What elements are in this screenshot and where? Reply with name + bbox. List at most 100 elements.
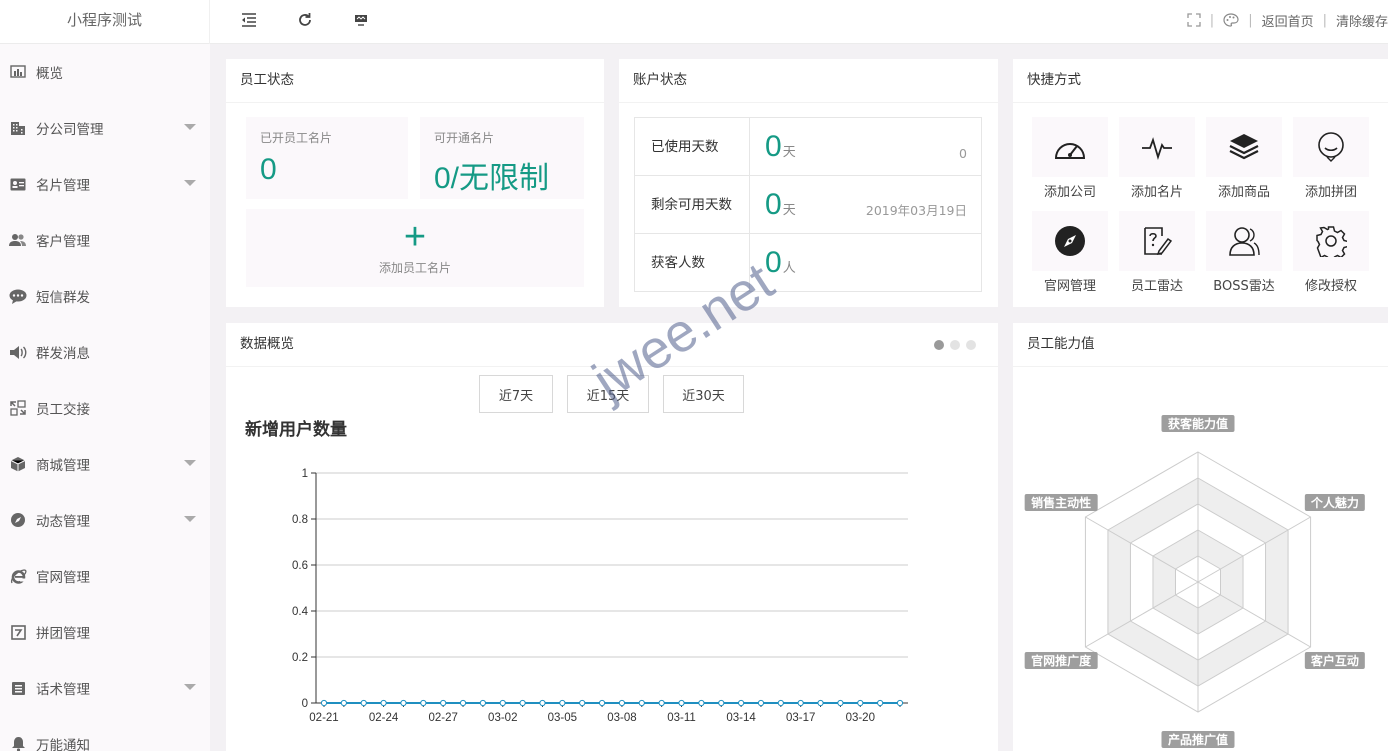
top-bar: 小程序测试 | | 返回首页 | 清除缓存 (0, 0, 1388, 44)
account-row-unit: 人 (782, 260, 796, 276)
back-home-link[interactable]: 返回首页 (1262, 11, 1314, 30)
radar-indicator-text: 销售主动性 (1031, 495, 1091, 510)
sidebar: 概览分公司管理名片管理 客户管理短信群发群发消息 员工交接 商城管理 动态管理 官网管理拼… (0, 44, 210, 751)
data-point (479, 699, 486, 707)
data-point (320, 699, 328, 707)
shortcut-label: 添加名片 (1130, 185, 1183, 200)
brand-title: 小程序测试 (0, 0, 210, 44)
opened-cards-label: 已开员工名片 (260, 131, 333, 145)
list-icon (9, 679, 27, 697)
sidebar-item-0[interactable]: 概览 (0, 44, 210, 100)
shortcut-item-2[interactable]: 添加商品 (1206, 117, 1282, 200)
sidebar-item-1[interactable]: 分公司管理 (0, 100, 210, 156)
x-tick-label: 03-14 (726, 712, 756, 724)
radar-indicator-label: 产品推广值 (1161, 731, 1235, 748)
radar-indicator-text: 个人魅力 (1310, 495, 1359, 510)
shortcut-item-5[interactable]: 员工雷达 (1119, 211, 1195, 294)
table-row: 已使用天数 0天 0 (634, 117, 982, 176)
palette-icon[interactable] (1223, 13, 1239, 27)
collapse-menu-icon[interactable] (239, 10, 259, 30)
carousel-dot[interactable] (934, 340, 944, 350)
data-point (837, 699, 844, 707)
account-table: 已使用天数 0天 0 剩余可用天数 0天 2019年03月19日 获客人数 0人 (634, 117, 982, 292)
clear-cache-link[interactable]: 清除缓存 (1336, 11, 1388, 30)
chevron-down-icon (184, 124, 196, 130)
account-row-extra: 2019年03月19日 (865, 203, 967, 218)
shortcut-item-1[interactable]: 添加名片 (1119, 117, 1195, 200)
account-row-value-cell: 0天 2019年03月19日 (749, 175, 982, 234)
question-doc-icon (1119, 211, 1195, 271)
plus-icon: + (403, 216, 427, 258)
data-point (539, 699, 546, 707)
data-point (360, 699, 367, 707)
chevron-down-icon (184, 460, 196, 466)
data-point (777, 699, 784, 707)
gear-icon (1293, 211, 1369, 271)
card-icon (9, 175, 27, 193)
sidebar-item-4[interactable]: 短信群发 (0, 268, 210, 324)
carousel-dot[interactable] (950, 340, 960, 350)
sidebar-item-label: 概览 (36, 66, 63, 82)
data-point (896, 699, 904, 707)
sidebar-item-9[interactable]: 官网管理 (0, 548, 210, 604)
account-row-unit: 天 (782, 144, 796, 160)
ie-icon (9, 567, 27, 585)
data-point (559, 699, 566, 707)
toolbar-separator: | (1248, 12, 1253, 28)
shortcut-item-0[interactable]: 添加公司 (1032, 117, 1108, 200)
sidebar-item-10[interactable]: 拼团管理 (0, 604, 210, 660)
sidebar-item-6[interactable]: 员工交接 (0, 380, 210, 436)
smile-icon (1293, 117, 1369, 177)
sidebar-item-label: 短信群发 (36, 290, 90, 306)
sidebar-item-5[interactable]: 群发消息 (0, 324, 210, 380)
refresh-icon[interactable] (295, 10, 315, 30)
toolbar-separator: | (1209, 12, 1215, 28)
radar-indicator-text: 客户互动 (1310, 653, 1359, 668)
data-point (380, 699, 387, 707)
toolbar-separator: | (1322, 12, 1327, 28)
sidebar-item-7[interactable]: 商城管理 (0, 436, 210, 492)
chart-icon (9, 63, 27, 81)
data-point (738, 699, 745, 707)
data-point (757, 699, 765, 707)
sidebar-item-2[interactable]: 名片管理 (0, 156, 210, 212)
data-point (618, 699, 626, 707)
data-point (519, 699, 526, 707)
account-row-key: 已使用天数 (634, 117, 750, 176)
sidebar-item-label: 拼团管理 (36, 626, 90, 642)
range-7-days-button[interactable]: 近7天 (479, 375, 553, 413)
monitor-icon[interactable] (351, 10, 371, 30)
shortcut-item-4[interactable]: 官网管理 (1032, 211, 1108, 294)
y-tick-label: 0.6 (292, 560, 308, 572)
sidebar-item-12[interactable]: 万能通知 (0, 716, 210, 751)
sidebar-item-11[interactable]: 话术管理 (0, 660, 210, 716)
data-point (400, 699, 407, 707)
add-employee-card-button[interactable]: + 添加员工名片 (246, 209, 584, 287)
account-row-key: 剩余可用天数 (634, 175, 750, 234)
sidebar-item-label: 分公司管理 (36, 122, 104, 138)
x-tick-label: 03-05 (548, 712, 577, 724)
top-right-toolbar: | | 返回首页 | 清除缓存 (1187, 0, 1388, 40)
fullscreen-icon[interactable] (1187, 13, 1201, 27)
shortcut-label: 添加拼团 (1304, 185, 1357, 200)
sidebar-item-3[interactable]: 客户管理 (0, 212, 210, 268)
data-point (877, 699, 884, 707)
chevron-down-icon (184, 180, 196, 186)
bell-icon (9, 735, 27, 751)
shortcut-item-7[interactable]: 修改授权 (1293, 211, 1369, 294)
range-15-days-button[interactable]: 近15天 (567, 375, 649, 413)
account-status-panel: 账户状态 已使用天数 0天 0 剩余可用天数 0天 2019年03月19日 获客人数 0人 (619, 59, 998, 307)
table-row: 获客人数 0人 (634, 233, 982, 292)
radar-indicator-label: 官网推广度 (1024, 652, 1098, 669)
sidebar-item-8[interactable]: 动态管理 (0, 492, 210, 548)
account-row-value: 0 (765, 129, 782, 163)
speaker-icon (9, 343, 27, 361)
shortcut-item-6[interactable]: BOSS雷达 (1206, 211, 1282, 294)
shortcut-label: 修改授权 (1304, 279, 1357, 294)
x-tick-label: 02-21 (309, 712, 338, 724)
shortcut-item-3[interactable]: 添加拼团 (1293, 117, 1369, 200)
dashboard-icon (1032, 117, 1108, 177)
panel-title: 账户状态 (619, 59, 998, 103)
range-30-days-button[interactable]: 近30天 (663, 375, 744, 413)
carousel-dot[interactable] (966, 340, 976, 350)
